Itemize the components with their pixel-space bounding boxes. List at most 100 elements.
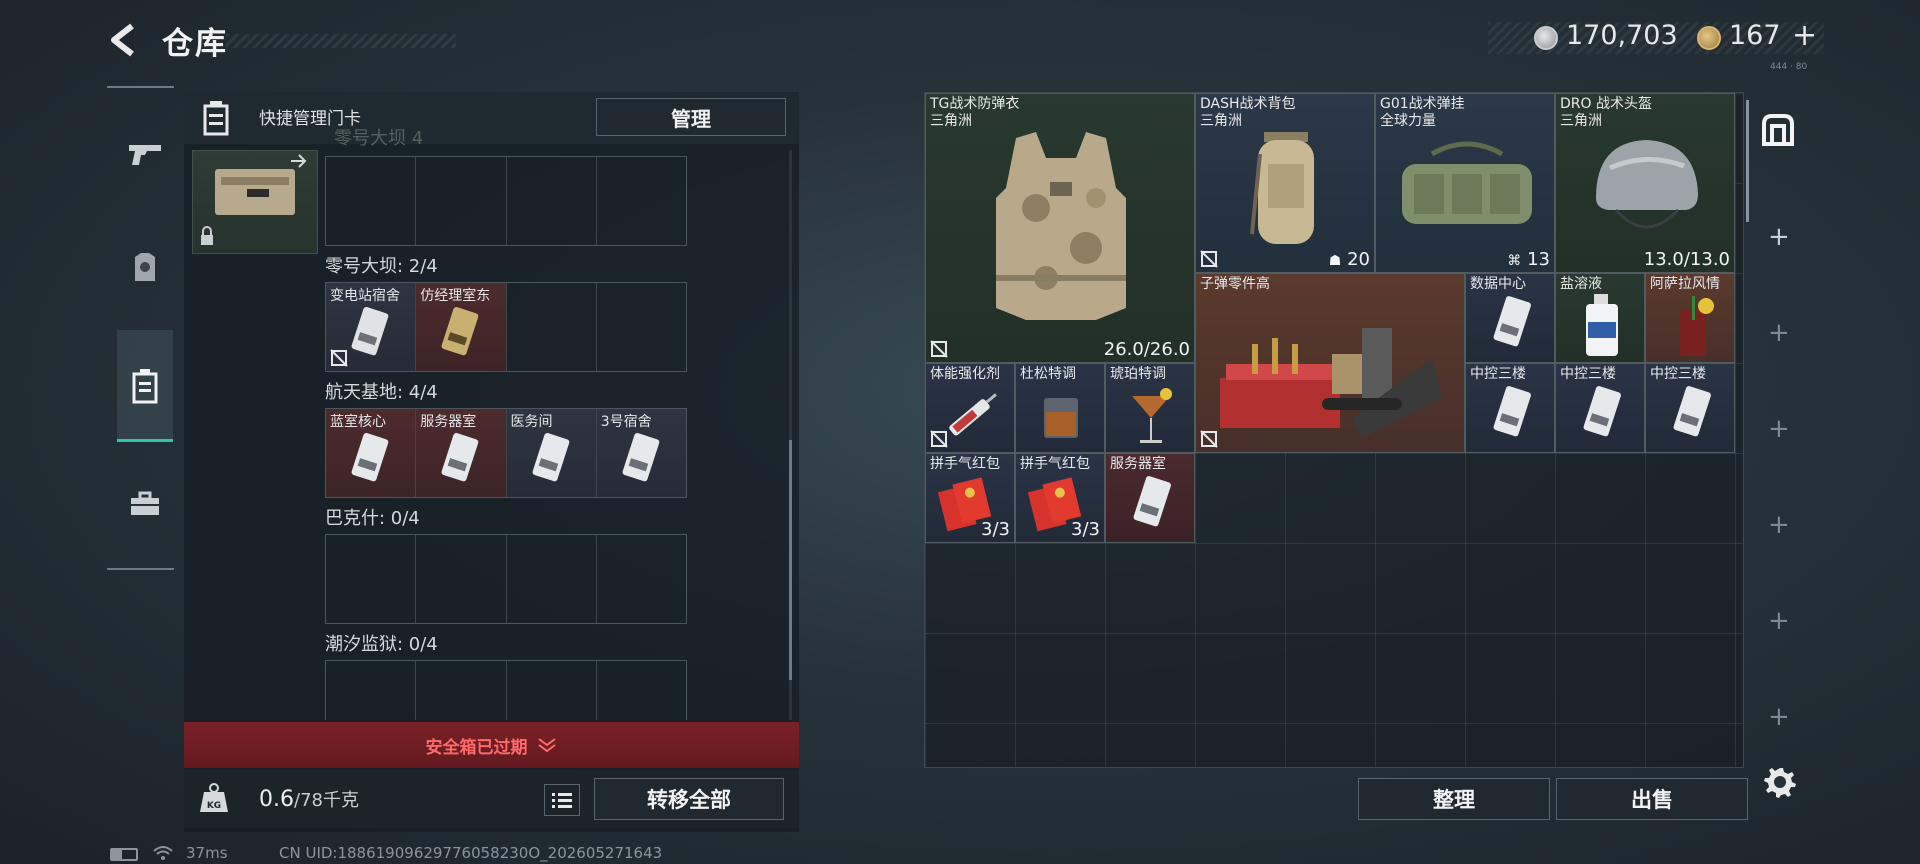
stash-item-stim[interactable]: 体能强化剂 bbox=[925, 363, 1015, 453]
item-brand: 三角洲 bbox=[1200, 113, 1242, 129]
stash-item-keycard-control-3f-c[interactable]: 中控三楼 bbox=[1645, 363, 1735, 453]
stash-item-body-armor[interactable]: TG战术防弹衣 三角洲 26.0/26.0 bbox=[925, 93, 1195, 363]
ammo-parts-icon bbox=[1220, 328, 1442, 438]
keycard-name: 服务器室 bbox=[420, 414, 477, 430]
keycard-slot[interactable] bbox=[597, 535, 686, 623]
manage-button[interactable]: 管理 bbox=[596, 98, 786, 136]
stash-item-keycard-control-3f-b[interactable]: 中控三楼 bbox=[1555, 363, 1645, 453]
keycard-icon bbox=[441, 306, 479, 356]
keycard-slot[interactable] bbox=[507, 535, 597, 623]
keycard-slot[interactable]: 3号宿舍 bbox=[596, 409, 686, 497]
keycard-case-slot[interactable] bbox=[192, 150, 318, 254]
item-name: 中控三楼 bbox=[1650, 366, 1706, 382]
keycard-slot[interactable] bbox=[507, 157, 597, 245]
keycard-name: 3号宿舍 bbox=[600, 414, 652, 430]
keycard-name: 仿经理室东 bbox=[420, 288, 491, 304]
unbound-icon bbox=[1200, 250, 1218, 268]
item-brand: 三角洲 bbox=[930, 113, 972, 129]
cocktail-icon bbox=[1680, 296, 1714, 356]
keycard-icon bbox=[1133, 476, 1171, 527]
add-stash-page-icon[interactable]: + bbox=[1768, 702, 1790, 732]
unbound-icon bbox=[930, 340, 948, 358]
keycard-slot[interactable]: 医务间 bbox=[506, 409, 597, 497]
keycard-slot-row-0 bbox=[325, 156, 687, 246]
add-stash-page-icon[interactable]: + bbox=[1768, 318, 1790, 348]
nav-item-tools[interactable] bbox=[117, 476, 173, 532]
scrollbar-thumb[interactable] bbox=[789, 440, 792, 680]
transfer-all-button[interactable]: 转移全部 bbox=[594, 778, 784, 820]
keycard-slot[interactable] bbox=[416, 157, 507, 245]
stash-item-asala-drink[interactable]: 阿萨拉风情 bbox=[1645, 273, 1735, 363]
stash-item-saline[interactable]: 盐溶液 bbox=[1555, 273, 1645, 363]
keycard-slot[interactable] bbox=[597, 283, 686, 371]
back-button[interactable] bbox=[104, 20, 144, 60]
stash-item-keycard-control-3f-a[interactable]: 中控三楼 bbox=[1465, 363, 1555, 453]
item-label: G01战术弹挂 全球力量 bbox=[1380, 96, 1465, 130]
stash-item-juniper-drink[interactable]: 杜松特调 bbox=[1015, 363, 1105, 453]
item-brand: 三角洲 bbox=[1560, 113, 1602, 129]
keycard-slot[interactable]: 仿经理室东 bbox=[416, 283, 507, 371]
section-label-space-base: 航天基地: 4/4 bbox=[325, 382, 438, 403]
item-brand: 全球力量 bbox=[1380, 113, 1436, 129]
list-icon bbox=[552, 793, 572, 808]
capacity-icon: ☗ bbox=[1328, 253, 1342, 269]
keycard-name: 变电站宿舍 bbox=[330, 288, 400, 304]
nav-item-armor[interactable] bbox=[117, 240, 173, 296]
item-name: 拼手气红包 bbox=[930, 456, 1000, 472]
gold-coin-icon bbox=[1697, 26, 1721, 50]
keycard-icon bbox=[351, 306, 389, 356]
faded-section-label: 零号大坝 4 bbox=[334, 128, 424, 149]
stash-item-amber-drink[interactable]: 琥珀特调 bbox=[1105, 363, 1195, 453]
saline-bottle-icon bbox=[1586, 294, 1618, 356]
keycard-slot[interactable]: 蓝室核心 bbox=[326, 409, 417, 497]
item-name: 中控三楼 bbox=[1560, 366, 1616, 382]
keycard-slot[interactable] bbox=[597, 661, 686, 720]
stash-item-helmet[interactable]: DRO 战术头盔 三角洲 13.0/13.0 bbox=[1555, 93, 1735, 273]
whiskey-glass-icon bbox=[1044, 398, 1078, 438]
keycard-icon bbox=[622, 432, 660, 482]
add-stash-page-icon[interactable]: + bbox=[1768, 222, 1790, 252]
keycard-slot[interactable] bbox=[507, 661, 597, 720]
keycard-slot[interactable] bbox=[597, 157, 686, 245]
stash-item-keycard-server-room[interactable]: 服务器室 bbox=[1105, 453, 1195, 543]
add-stash-page-icon[interactable]: + bbox=[1768, 510, 1790, 540]
wifi-icon bbox=[152, 844, 174, 862]
stash-item-keycard-data-center[interactable]: 数据中心 bbox=[1465, 273, 1555, 363]
stash-item-red-envelope-a[interactable]: 拼手气红包 3/3 bbox=[925, 453, 1015, 543]
stash-item-backpack[interactable]: DASH战术背包 三角洲 ☗ 20 bbox=[1195, 93, 1375, 273]
keycard-slot-row-2: 蓝室核心 服务器室 医务间 3号宿舍 bbox=[325, 408, 687, 498]
keycard-slot[interactable] bbox=[326, 157, 417, 245]
list-view-button[interactable] bbox=[544, 784, 580, 816]
sort-button[interactable]: 整理 bbox=[1358, 778, 1550, 820]
keycard-slot[interactable]: 变电站宿舍 bbox=[326, 283, 417, 371]
sell-button[interactable]: 出售 bbox=[1556, 778, 1748, 820]
stack-count: 3/3 bbox=[981, 519, 1010, 540]
stash-page-1-tab[interactable] bbox=[1760, 112, 1796, 148]
silver-coin-icon bbox=[1534, 26, 1558, 50]
nav-item-keycards[interactable] bbox=[117, 358, 173, 414]
safebox-expired-banner[interactable]: 安全箱已过期 bbox=[184, 722, 799, 768]
weight-current: 0.6 bbox=[259, 787, 294, 812]
item-name: 杜松特调 bbox=[1020, 366, 1076, 382]
keycard-slot[interactable] bbox=[326, 661, 417, 720]
stash-item-chest-rig[interactable]: G01战术弹挂 全球力量 ⌘ 13 bbox=[1375, 93, 1555, 273]
keycard-slot[interactable] bbox=[416, 535, 507, 623]
settings-button[interactable] bbox=[1762, 764, 1798, 800]
nav-item-weapons[interactable] bbox=[117, 126, 173, 182]
item-label: DRO 战术头盔 三角洲 bbox=[1560, 96, 1652, 130]
keycard-case-header-icon bbox=[196, 98, 236, 138]
capacity-value: ☗ 20 bbox=[1329, 249, 1370, 270]
add-stash-page-icon[interactable]: + bbox=[1768, 414, 1790, 444]
item-name: DRO 战术头盔 bbox=[1560, 96, 1652, 112]
keycard-slot[interactable]: 服务器室 bbox=[416, 409, 507, 497]
add-stash-page-icon[interactable]: + bbox=[1768, 606, 1790, 636]
keycard-slot[interactable] bbox=[326, 535, 417, 623]
keycard-slot[interactable] bbox=[416, 661, 507, 720]
stash-item-ammo-parts[interactable]: 子弹零件高 bbox=[1195, 273, 1465, 453]
stash-item-red-envelope-b[interactable]: 拼手气红包 3/3 bbox=[1015, 453, 1105, 543]
keycard-slot[interactable] bbox=[507, 283, 597, 371]
item-name: 拼手气红包 bbox=[1020, 456, 1090, 472]
section-label-tidal-prison: 潮汐监狱: 0/4 bbox=[325, 634, 438, 655]
durability-value: 13.0/13.0 bbox=[1643, 249, 1730, 270]
add-currency-button[interactable]: + bbox=[1792, 18, 1817, 53]
